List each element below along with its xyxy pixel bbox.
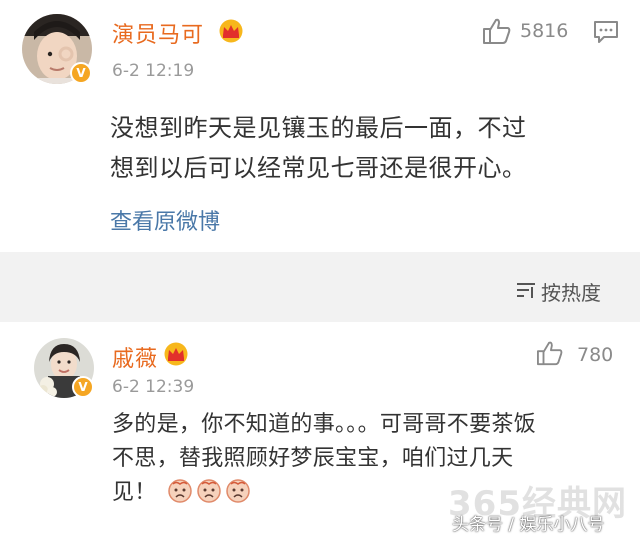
source-watermark: 头条号 / 娱乐小八号 (452, 515, 605, 535)
comment-text-line: 多的是，你不知道的事。。。可哥哥不要茶饭 (112, 412, 537, 437)
post-text-line: 想到以后可以经常见七哥还是很开心。 (110, 154, 527, 182)
post-like-count: 5816 (520, 20, 569, 42)
thumbs-up-icon[interactable] (536, 340, 564, 366)
sad-face-emoji-icon (168, 479, 192, 503)
post-body-text: 没想到昨天是见镶玉的最后一面，不过 想到以后可以经常见七哥还是很开心。 (110, 108, 610, 188)
view-original-weibo-link[interactable]: 查看原微博 (110, 204, 220, 236)
comment-like-count: 780 (577, 344, 614, 366)
thumbs-up-icon[interactable] (482, 17, 512, 45)
comment-time: 6-2 12:39 (112, 377, 195, 397)
vip-crown-icon (164, 342, 188, 366)
comment-author-name[interactable]: 戚薇 (112, 341, 158, 373)
comment-bubble-icon[interactable] (593, 20, 619, 44)
post-author-name[interactable]: 演员马可 (112, 17, 204, 49)
comment-text-line: 见！ (112, 480, 157, 505)
comment-text-line: 不思，替我照顾好梦辰宝宝，咱们过几天 (112, 446, 514, 471)
sad-face-emoji-icon (226, 479, 250, 503)
post-time: 6-2 12:19 (112, 61, 195, 81)
sad-face-emoji-icon (197, 479, 221, 503)
verified-v-icon: V (72, 376, 94, 398)
weibo-post: V 演员马可 6-2 12:19 5816 没想到昨天是见镶玉的最后一面，不过 … (0, 0, 640, 252)
post-text-line: 没想到昨天是见镶玉的最后一面，不过 (110, 114, 527, 142)
vip-crown-icon (219, 19, 243, 43)
sort-lines-icon[interactable] (516, 281, 536, 299)
sort-by-hot-button[interactable]: 按热度 (541, 277, 601, 306)
verified-v-icon: V (70, 62, 92, 84)
